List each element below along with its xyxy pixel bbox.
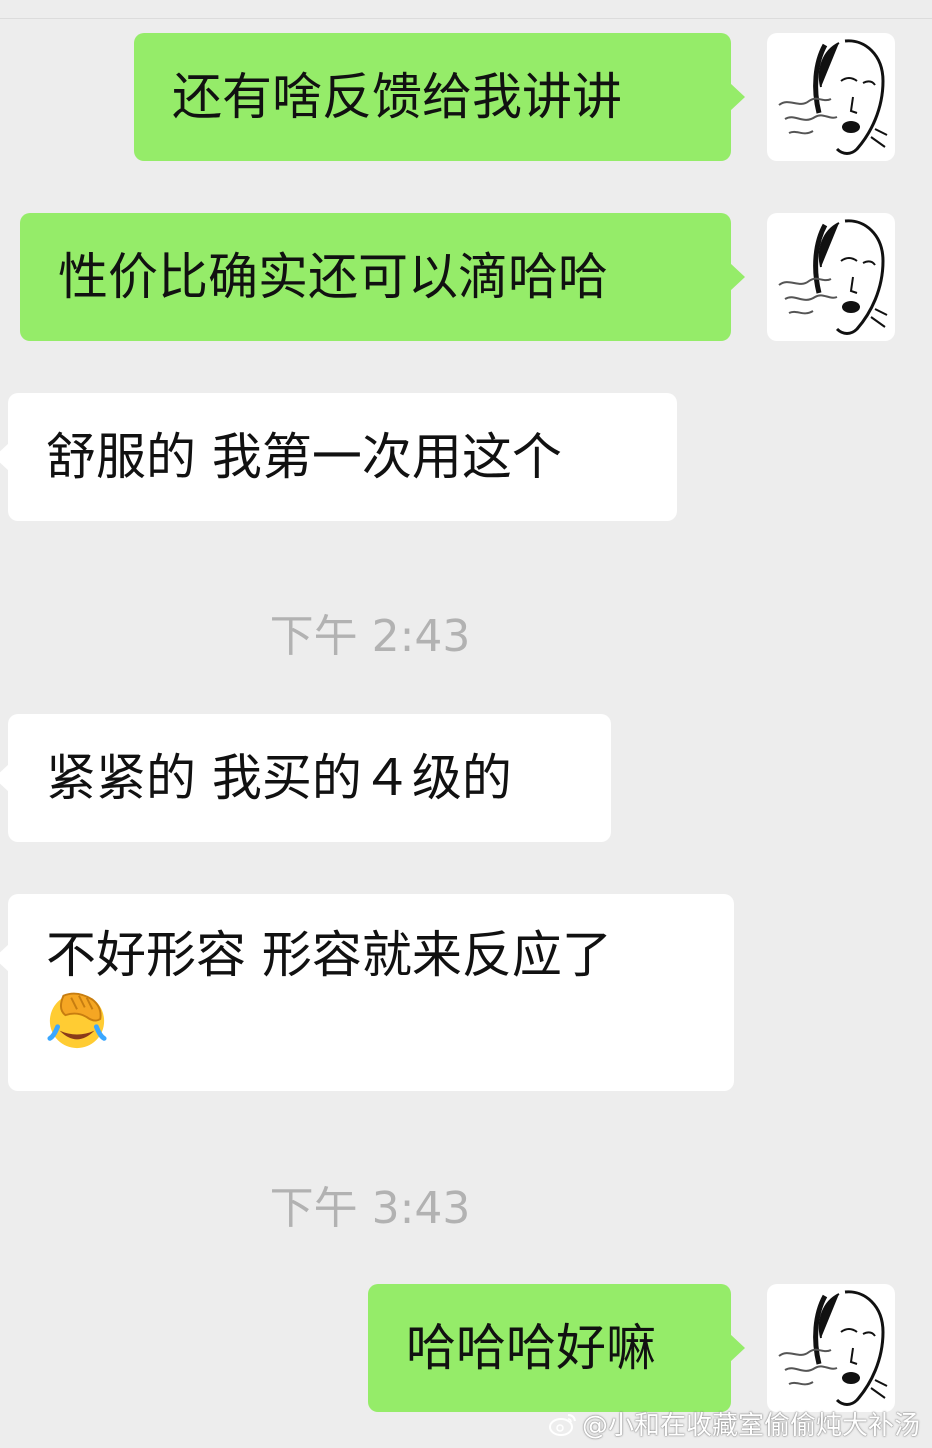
message-bubble-outgoing[interactable]: 还有啥反馈给我讲讲 bbox=[134, 33, 745, 161]
weibo-icon bbox=[548, 1413, 576, 1436]
avatar[interactable] bbox=[767, 213, 895, 341]
timestamp: 下午 2:43 bbox=[269, 611, 471, 662]
message-text: 不好形容 形容就来反应了 bbox=[46, 926, 612, 984]
avatar-sketch-face-icon bbox=[778, 219, 888, 335]
facepalm-laughing-emoji bbox=[47, 992, 107, 1049]
avatar[interactable] bbox=[767, 1284, 895, 1412]
avatar[interactable] bbox=[767, 33, 895, 161]
avatar-sketch-face-icon bbox=[778, 39, 888, 155]
timestamp: 下午 3:43 bbox=[269, 1183, 471, 1234]
watermark-text: @小和在收藏室偷偷炖大补汤 bbox=[581, 1411, 920, 1441]
message-bubble-incoming[interactable]: 不好形容 形容就来反应了 bbox=[0, 894, 734, 1091]
message-bubble-incoming[interactable]: 舒服的 我第一次用这个 bbox=[0, 393, 677, 521]
message-bubble-outgoing[interactable]: 性价比确实还可以滴哈哈 bbox=[20, 213, 745, 341]
avatar-sketch-face-icon bbox=[778, 1290, 888, 1406]
watermark: @小和在收藏室偷偷炖大补汤 bbox=[548, 1405, 920, 1442]
message-bubble-incoming[interactable]: 紧紧的 我买的４级的 bbox=[0, 714, 611, 842]
message-bubble-outgoing[interactable]: 哈哈哈好嘛 bbox=[368, 1284, 745, 1412]
top-divider bbox=[0, 18, 932, 19]
